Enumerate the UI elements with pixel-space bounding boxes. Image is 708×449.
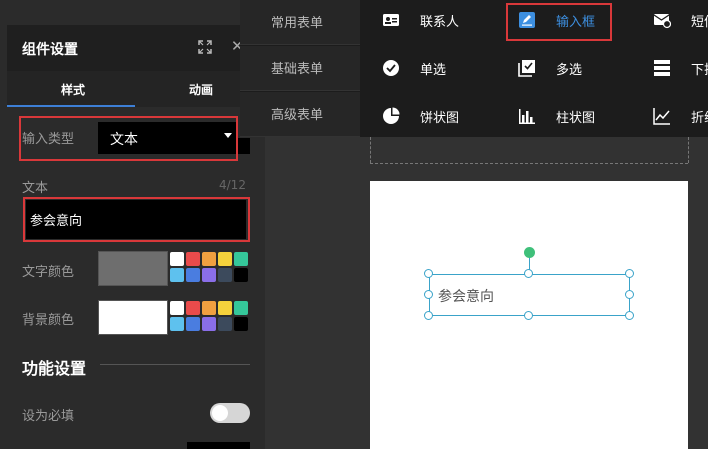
radio-check-icon — [383, 60, 399, 76]
input-item-highlight — [506, 3, 612, 41]
resize-handle-bl[interactable] — [424, 311, 433, 320]
input-component[interactable]: 参会意向 — [429, 274, 630, 316]
function-settings-title: 功能设置 — [22, 359, 87, 378]
menu-item-label: 饼状图 — [420, 111, 460, 126]
text-label: 文本 — [22, 181, 49, 196]
category-common[interactable]: 常用表单 — [240, 0, 360, 45]
menu-item-label: 下拉 — [691, 63, 708, 78]
text-input-highlight — [23, 197, 250, 242]
color-swatch[interactable] — [170, 252, 184, 266]
active-tab-indicator — [7, 105, 135, 107]
required-label: 设为必填 — [22, 409, 75, 424]
resize-handle-tr[interactable] — [625, 269, 634, 278]
resize-handle-tl[interactable] — [424, 269, 433, 278]
resize-handle-r[interactable] — [625, 290, 634, 299]
select-edge — [238, 138, 250, 154]
color-swatch[interactable] — [218, 252, 232, 266]
color-swatch[interactable] — [186, 268, 200, 282]
menu-item-label: 联系人 — [420, 15, 460, 30]
color-swatch[interactable] — [234, 317, 248, 331]
menu-item-label: 多选 — [556, 63, 583, 78]
bg-color-label: 背景颜色 — [22, 313, 75, 328]
tab-animation[interactable]: 动画 — [189, 81, 213, 98]
dropdown-list-icon — [654, 60, 670, 76]
guide-line — [370, 137, 371, 163]
contact-card-icon — [383, 14, 399, 26]
menu-item-label: 柱状图 — [556, 111, 596, 126]
component-menu: 常用表单 基础表单 高级表单 联系人 输入框 短信 — [240, 0, 708, 137]
color-swatch[interactable] — [186, 252, 200, 266]
next-control[interactable] — [187, 442, 250, 449]
color-swatch[interactable] — [202, 301, 216, 315]
color-swatch[interactable] — [186, 301, 200, 315]
line-chart-icon — [653, 108, 670, 125]
color-swatch[interactable] — [170, 268, 184, 282]
resize-handle-l[interactable] — [424, 290, 433, 299]
checkbox-icon — [518, 60, 535, 77]
toggle-knob — [212, 405, 228, 421]
text-char-count: 4/12 — [219, 178, 246, 192]
color-swatch[interactable] — [202, 252, 216, 266]
color-swatch[interactable] — [170, 317, 184, 331]
guide-line — [688, 137, 689, 163]
section-divider — [100, 364, 250, 365]
input-component-text: 参会意向 — [438, 289, 494, 305]
category-basic[interactable]: 基础表单 — [240, 46, 360, 91]
sms-icon — [653, 14, 671, 29]
text-color-palette — [170, 252, 250, 282]
color-swatch[interactable] — [218, 301, 232, 315]
color-swatch[interactable] — [170, 301, 184, 315]
rotate-handle[interactable] — [524, 247, 535, 258]
panel-header: 组件设置 ✕ — [7, 25, 252, 71]
input-type-highlight — [19, 116, 238, 161]
text-color-label: 文字颜色 — [22, 265, 75, 280]
resize-handle-b[interactable] — [524, 311, 533, 320]
color-swatch[interactable] — [234, 252, 248, 266]
color-swatch[interactable] — [202, 268, 216, 282]
color-swatch[interactable] — [186, 317, 200, 331]
resize-handle-t[interactable] — [524, 269, 533, 278]
bg-color-palette — [170, 301, 250, 331]
bar-chart-icon — [519, 109, 535, 124]
required-toggle[interactable] — [210, 403, 250, 423]
color-swatch[interactable] — [202, 317, 216, 331]
category-advanced[interactable]: 高级表单 — [240, 92, 360, 137]
category-label: 基础表单 — [271, 62, 324, 77]
guide-line — [370, 163, 688, 164]
color-swatch[interactable] — [218, 317, 232, 331]
color-swatch[interactable] — [234, 268, 248, 282]
tab-style[interactable]: 样式 — [61, 81, 85, 98]
resize-handle-br[interactable] — [625, 311, 634, 320]
category-label: 常用表单 — [271, 16, 324, 31]
text-color-current[interactable] — [98, 251, 168, 286]
menu-item-label: 短信 — [691, 15, 708, 30]
color-swatch[interactable] — [218, 268, 232, 282]
component-settings-panel: 组件设置 ✕ 样式 动画 输入类型 文本 文本 4/12 文字颜色 背景颜色 功… — [0, 0, 265, 449]
panel-title: 组件设置 — [22, 42, 78, 58]
menu-item-label: 单选 — [420, 63, 447, 78]
panel-tabs: 样式 动画 — [7, 71, 252, 107]
expand-icon[interactable] — [198, 40, 212, 54]
bg-color-current[interactable] — [98, 300, 168, 335]
pie-chart-icon — [383, 107, 400, 124]
category-label: 高级表单 — [271, 108, 324, 123]
menu-item-label: 折线 — [691, 111, 708, 126]
color-swatch[interactable] — [234, 301, 248, 315]
